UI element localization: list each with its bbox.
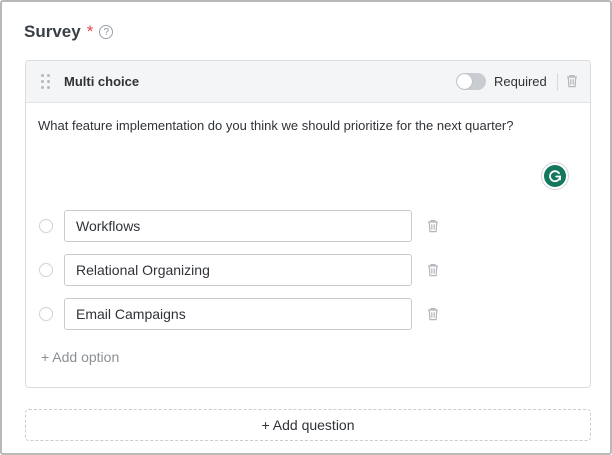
drag-handle-icon[interactable] <box>41 74 51 90</box>
survey-title: Survey * ? <box>24 22 114 42</box>
help-icon[interactable]: ? <box>99 25 114 39</box>
grammarly-badge <box>544 165 566 187</box>
option-input[interactable]: Email Campaigns <box>64 298 412 330</box>
question-type-label: Multi choice <box>64 74 140 89</box>
option-radio[interactable] <box>39 307 53 321</box>
question-card: Multi choice Required What feature imple… <box>25 60 591 388</box>
survey-panel: Survey * ? Multi choice Required What fe… <box>0 0 612 455</box>
option-input[interactable]: Relational Organizing <box>64 254 412 286</box>
option-radio[interactable] <box>39 263 53 277</box>
option-input[interactable]: Workflows <box>64 210 412 242</box>
required-label: Required <box>494 74 547 89</box>
survey-title-text: Survey <box>24 22 81 41</box>
option-radio[interactable] <box>39 219 53 233</box>
add-option-button[interactable]: + Add option <box>41 349 119 365</box>
delete-option-trash-icon[interactable] <box>427 307 439 321</box>
required-asterisk: * <box>86 22 94 41</box>
required-toggle[interactable] <box>456 73 486 90</box>
question-text[interactable]: What feature implementation do you think… <box>38 118 513 133</box>
delete-question-trash-icon[interactable] <box>566 74 578 88</box>
toggle-knob <box>457 74 472 89</box>
question-card-header: Multi choice Required <box>26 61 590 103</box>
grammarly-icon[interactable] <box>541 162 569 190</box>
header-divider <box>557 73 558 91</box>
option-row: Relational Organizing <box>26 254 590 286</box>
add-question-button[interactable]: + Add question <box>25 409 591 441</box>
option-row: Workflows <box>26 210 590 242</box>
option-row: Email Campaigns <box>26 298 590 330</box>
delete-option-trash-icon[interactable] <box>427 263 439 277</box>
delete-option-trash-icon[interactable] <box>427 219 439 233</box>
